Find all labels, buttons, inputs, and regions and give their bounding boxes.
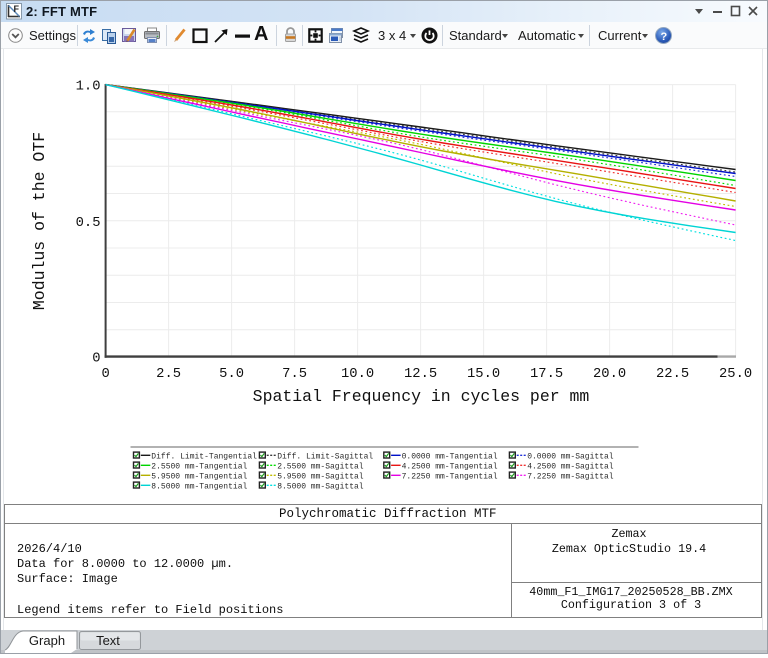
svg-text:2.5500 mm-Tangential: 2.5500 mm-Tangential (151, 463, 247, 472)
svg-text:5.9500 mm-Tangential: 5.9500 mm-Tangential (151, 473, 247, 482)
svg-text:Modulus of the OTF: Modulus of the OTF (30, 132, 49, 310)
svg-text:25.0: 25.0 (719, 367, 752, 382)
svg-text:22.5: 22.5 (656, 367, 689, 382)
svg-text:Diff. Limit-Tangential: Diff. Limit-Tangential (151, 453, 257, 462)
svg-text:0: 0 (101, 367, 109, 382)
svg-text:0.0000 mm-Sagittal: 0.0000 mm-Sagittal (527, 453, 614, 462)
svg-text:20.0: 20.0 (593, 367, 626, 382)
svg-text:8.5000 mm-Tangential: 8.5000 mm-Tangential (151, 483, 247, 492)
svg-text:7.2250 mm-Tangential: 7.2250 mm-Tangential (402, 473, 498, 482)
svg-text:7.2250 mm-Sagittal: 7.2250 mm-Sagittal (527, 473, 614, 482)
svg-text:12.5: 12.5 (404, 367, 437, 382)
svg-text:8.5000 mm-Sagittal: 8.5000 mm-Sagittal (277, 483, 364, 492)
svg-text:0.0000 mm-Tangential: 0.0000 mm-Tangential (402, 453, 498, 462)
svg-text:Text: Text (96, 633, 120, 648)
svg-text:15.0: 15.0 (467, 367, 500, 382)
svg-text:4.2500 mm-Sagittal: 4.2500 mm-Sagittal (527, 463, 614, 472)
svg-text:4.2500 mm-Tangential: 4.2500 mm-Tangential (402, 463, 498, 472)
svg-text:Graph: Graph (29, 633, 65, 648)
svg-text:7.5: 7.5 (282, 367, 307, 382)
svg-text:0: 0 (92, 352, 100, 367)
svg-text:Spatial Frequency in cycles pe: Spatial Frequency in cycles per mm (253, 387, 590, 406)
svg-text:5.0: 5.0 (219, 367, 244, 382)
svg-text:1.0: 1.0 (76, 80, 101, 95)
svg-text:2.5500 mm-Sagittal: 2.5500 mm-Sagittal (277, 463, 364, 472)
svg-text:10.0: 10.0 (341, 367, 374, 382)
svg-text:2.5: 2.5 (156, 367, 181, 382)
svg-text:0.5: 0.5 (76, 216, 101, 231)
svg-text:5.9500 mm-Sagittal: 5.9500 mm-Sagittal (277, 473, 364, 482)
svg-text:17.5: 17.5 (530, 367, 563, 382)
svg-text:Diff. Limit-Sagittal: Diff. Limit-Sagittal (277, 453, 373, 462)
